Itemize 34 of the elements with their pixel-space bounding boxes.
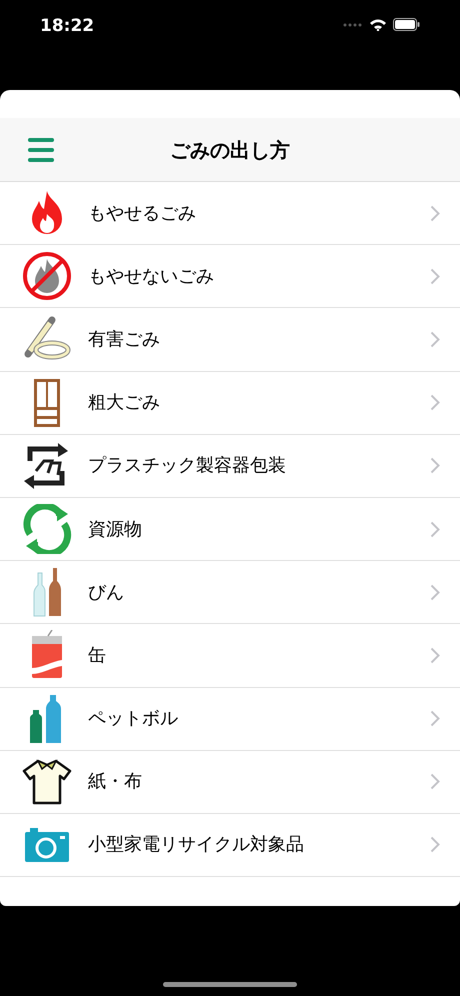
no-fire-icon	[22, 251, 72, 302]
battery-icon	[393, 18, 420, 31]
chevron-icon	[430, 584, 440, 601]
item-label: プラスチック製容器包装	[88, 454, 287, 478]
chevron-icon	[430, 268, 440, 285]
recycle-arrows-icon	[22, 504, 72, 554]
list-item[interactable]: ペットボル	[0, 688, 460, 751]
item-label: 紙・布	[88, 770, 143, 794]
list-item[interactable]: 紙・布	[0, 750, 460, 814]
chevron-icon	[430, 773, 440, 790]
item-label: 缶	[88, 644, 107, 668]
page-title: ごみの出し方	[170, 136, 290, 164]
chevron-icon	[430, 330, 440, 348]
item-label: ペットボル	[88, 707, 179, 732]
item-label: 資源物	[88, 518, 143, 542]
menu-button[interactable]	[28, 138, 54, 162]
item-label: もやせるごみ	[88, 202, 197, 226]
chevron-icon	[430, 394, 440, 412]
chevron-icon	[430, 457, 440, 474]
wifi-icon	[369, 18, 387, 31]
item-label: もやせないごみ	[88, 264, 215, 289]
shirt-icon	[22, 756, 72, 807]
item-label: びん	[88, 580, 125, 605]
item-label: 粗大ごみ	[88, 391, 161, 416]
item-label: 小型家電リサイクル対象品	[88, 833, 305, 858]
chevron-icon	[430, 520, 440, 538]
signal-icon	[343, 22, 363, 26]
list-item[interactable]: 粗大ごみ	[0, 372, 460, 435]
chevron-icon	[430, 204, 440, 222]
chevron-icon	[430, 710, 440, 728]
status-time: 18:22	[40, 15, 94, 38]
chevron-icon	[430, 836, 440, 854]
item-label: 有害ごみ	[88, 328, 161, 352]
chevron-icon	[430, 646, 440, 664]
